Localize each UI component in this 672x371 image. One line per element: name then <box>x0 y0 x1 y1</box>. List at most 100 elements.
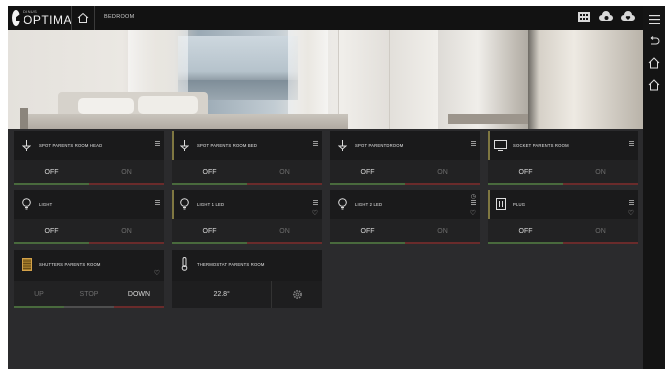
on-label: ON <box>121 228 132 235</box>
on-label: ON <box>437 228 448 235</box>
tile-shutters-parents-room: SHUTTERS PARENTS ROOM ♡ UP STOP DOWN <box>14 250 164 308</box>
off-button[interactable]: OFF <box>172 219 247 244</box>
off-button[interactable]: OFF <box>330 219 405 244</box>
on-label: ON <box>121 169 132 176</box>
plug-icon <box>494 197 507 211</box>
bulb-icon <box>336 197 349 211</box>
tile-menu-icon[interactable] <box>313 200 318 205</box>
rail-home-button[interactable] <box>643 52 665 74</box>
favorite-heart-icon[interactable]: ♡ <box>154 270 160 277</box>
logo-home-icon <box>12 10 20 26</box>
rail-home-outline-button[interactable] <box>643 74 665 96</box>
on-button[interactable]: ON <box>563 219 638 244</box>
tile-light-1-led: LIGHT 1 LED ♡ OFF ON <box>172 190 322 244</box>
off-label: OFF <box>360 169 375 176</box>
shutter-down-button[interactable]: DOWN <box>114 281 164 308</box>
home-icon <box>77 12 89 23</box>
on-button[interactable]: ON <box>405 219 480 244</box>
off-button[interactable]: OFF <box>14 219 89 244</box>
down-label: DOWN <box>127 291 151 298</box>
on-button[interactable]: ON <box>247 160 322 185</box>
favorite-heart-icon[interactable]: ♡ <box>470 210 476 217</box>
on-label: ON <box>437 169 448 176</box>
on-label: ON <box>279 169 290 176</box>
off-button[interactable]: OFF <box>488 160 563 185</box>
tile-menu-icon[interactable] <box>155 200 160 205</box>
window-view <box>178 36 298 100</box>
off-label: OFF <box>518 169 533 176</box>
off-button[interactable]: OFF <box>172 160 247 185</box>
tile-spot-parents-room-head: SPOT PARENTS ROOM HEAD OFF ON <box>14 131 164 185</box>
tile-menu-icon[interactable] <box>155 141 160 146</box>
tile-menu-icon[interactable] <box>629 141 634 146</box>
on-label: ON <box>279 228 290 235</box>
spotlight-icon <box>178 138 191 152</box>
on-button[interactable]: ON <box>405 160 480 185</box>
tile-thermostat-parents-room: THERMOSTAT PARENTS ROOM 22.8° <box>172 250 322 308</box>
on-label: ON <box>595 169 606 176</box>
on-button[interactable]: ON <box>89 219 164 244</box>
tile-plug: PLUG ♡ OFF ON <box>488 190 638 244</box>
tile-menu-icon[interactable] <box>629 200 634 205</box>
off-label: OFF <box>360 228 375 235</box>
tile-menu-icon[interactable] <box>471 200 476 205</box>
thermostat-settings-button[interactable] <box>271 281 322 308</box>
off-label: OFF <box>44 169 59 176</box>
shutter-stop-button[interactable]: STOP <box>64 281 114 308</box>
grid-icon[interactable] <box>577 10 591 24</box>
cloud-gear-icon[interactable] <box>599 10 613 24</box>
tile-menu-icon[interactable] <box>313 141 318 146</box>
spotlight-icon <box>336 138 349 152</box>
tile-label: THERMOSTAT PARENTS ROOM <box>197 262 265 267</box>
spotlight-icon <box>20 138 33 152</box>
on-button[interactable]: ON <box>247 219 322 244</box>
home-button[interactable] <box>71 6 95 30</box>
tile-label: PLUG <box>513 202 526 207</box>
back-button[interactable] <box>643 30 665 52</box>
tile-light: LIGHT OFF ON <box>14 190 164 244</box>
off-label: OFF <box>202 228 217 235</box>
favorite-heart-icon[interactable]: ♡ <box>312 210 318 217</box>
right-rail <box>643 6 665 369</box>
bulb-icon <box>20 197 33 211</box>
off-button[interactable]: OFF <box>330 160 405 185</box>
tile-label: LIGHT <box>39 202 53 207</box>
tile-socket-parents-room: SOCKET PARENTS ROOM OFF ON <box>488 131 638 185</box>
off-label: OFF <box>202 169 217 176</box>
gear-icon <box>292 290 302 299</box>
cloud-heart-icon[interactable] <box>621 10 635 24</box>
breadcrumb: BEDROOM <box>104 14 135 20</box>
bulb-icon <box>178 197 191 211</box>
menu-button[interactable] <box>643 8 665 30</box>
off-label: OFF <box>44 228 59 235</box>
favorite-heart-icon[interactable]: ♡ <box>628 210 634 217</box>
off-button[interactable]: OFF <box>14 160 89 185</box>
temperature-value: 22.8° <box>213 291 230 298</box>
tile-label: SPOT PARENTS ROOM HEAD <box>39 143 103 148</box>
shutter-icon <box>20 257 33 271</box>
tile-menu-icon[interactable] <box>471 141 476 146</box>
wardrobe <box>338 30 438 129</box>
hamburger-menu-icon <box>648 14 660 24</box>
doorway <box>528 30 643 129</box>
logo-brand-text: OPTIMA <box>22 13 72 27</box>
on-button[interactable]: ON <box>563 160 638 185</box>
tile-label: SOCKET PARENTS ROOM <box>513 143 569 148</box>
app-logo: DINUS OPTIMA <box>12 9 72 27</box>
shutter-up-button[interactable]: UP <box>14 281 64 308</box>
tile-label: SPOT PARENTS ROOM BED <box>197 143 258 148</box>
on-button[interactable]: ON <box>89 160 164 185</box>
on-label: ON <box>595 228 606 235</box>
tile-spot-parentdroom: SPOT PARENTDROOM OFF ON <box>330 131 480 185</box>
home-outline-icon <box>648 79 660 91</box>
tile-label: LIGHT 1 LED <box>197 202 225 207</box>
tile-light-2-led: LIGHT 2 LED ◷ ♡ OFF ON <box>330 190 480 244</box>
tile-label: LIGHT 2 LED <box>355 202 383 207</box>
off-button[interactable]: OFF <box>488 219 563 244</box>
room-photo <box>8 30 643 129</box>
off-label: OFF <box>518 228 533 235</box>
stop-label: STOP <box>79 291 99 298</box>
up-label: UP <box>34 291 44 298</box>
tile-spot-parents-room-bed: SPOT PARENTS ROOM BED OFF ON <box>172 131 322 185</box>
bed <box>28 114 348 129</box>
